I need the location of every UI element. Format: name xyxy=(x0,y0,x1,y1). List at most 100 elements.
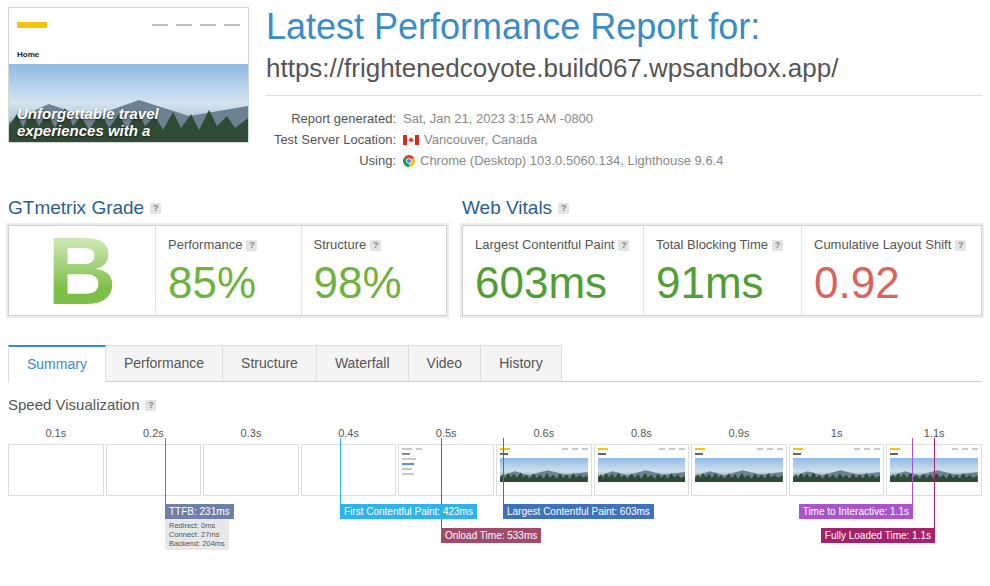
timeline-marker-label: Largest Contentful Paint: 603ms xyxy=(503,504,654,519)
tab[interactable]: Performance xyxy=(106,345,223,381)
filmstrip-frame[interactable] xyxy=(594,444,690,496)
filmstrip-frame[interactable] xyxy=(789,444,885,496)
meta-value-text: Sat, Jan 21, 2023 3:15 AM -0800 xyxy=(403,111,593,126)
report-tabs: Summary Performance Structure Waterfall Vide… xyxy=(8,345,982,382)
score-label: Performance? xyxy=(168,237,293,253)
timeline-marker[interactable]: Onload Time: 533ms xyxy=(441,528,541,543)
help-badge[interactable]: ? xyxy=(150,203,161,214)
meta-label: Test Server Location: xyxy=(266,132,396,147)
report-page: Home Unforgettable travel experiences wit… xyxy=(0,0,990,558)
vital-value: 91ms xyxy=(656,258,793,308)
nav-dash-icon xyxy=(176,24,192,26)
timeline-marker-line xyxy=(934,438,935,528)
vital-card: Total Blocking Time? 91ms xyxy=(643,226,801,315)
grade-letter: B xyxy=(47,226,116,315)
meta-row: Using: Chrome (Desktop) 103.0.5060.134, L… xyxy=(266,150,982,171)
tab-label: Video xyxy=(427,355,463,371)
grade-cell: B xyxy=(9,226,155,315)
filmstrip-frame[interactable] xyxy=(301,444,397,496)
thumbnail-page-title: Home xyxy=(9,42,248,64)
timeline-marker-label: First Contentful Paint: 423ms xyxy=(340,504,477,519)
filmstrip-frame[interactable] xyxy=(691,444,787,496)
filmstrip-frame[interactable] xyxy=(8,444,104,496)
timeline-tick: 0.5s xyxy=(398,426,494,441)
help-badge[interactable]: ? xyxy=(772,240,783,251)
filmstrip-frame[interactable] xyxy=(106,444,202,496)
timeline-marker[interactable]: Largest Contentful Paint: 603ms xyxy=(503,504,654,519)
report-header: Home Unforgettable travel experiences wit… xyxy=(8,7,982,171)
tab-label: Summary xyxy=(27,356,87,372)
help-badge[interactable]: ? xyxy=(246,240,257,251)
meta-value-text: Chrome (Desktop) 103.0.5060.134, Lightho… xyxy=(420,153,724,168)
canada-flag-icon xyxy=(403,135,419,145)
grade-title: GTmetrix Grade xyxy=(8,196,144,220)
help-badge[interactable]: ? xyxy=(955,240,966,251)
tab[interactable]: History xyxy=(481,345,562,381)
help-badge[interactable]: ? xyxy=(370,240,381,251)
meta-label: Report generated: xyxy=(266,111,396,126)
report-url[interactable]: https://frightenedcoyote.build067.wpsand… xyxy=(266,51,982,96)
tab[interactable]: Video xyxy=(409,345,482,381)
score-card: Performance?85% xyxy=(155,226,301,315)
filmstrip xyxy=(8,444,982,496)
web-vitals-section: Web Vitals?Largest Contentful Paint?603m… xyxy=(462,196,982,316)
report-info: Latest Performance Report for:https://fr… xyxy=(266,7,982,171)
thumbnail-hero-text: Unforgettable travel experiences with a xyxy=(17,105,202,139)
timeline-tick: 0.8s xyxy=(594,426,690,441)
timeline-marker-line xyxy=(340,438,341,504)
meta-value: Vancouver, Canada xyxy=(403,132,982,147)
nav-dash-icon xyxy=(200,24,216,26)
score-label-text: Performance xyxy=(168,237,242,253)
meta-row: Report generated: Sat, Jan 21, 2023 3:15 … xyxy=(266,108,982,129)
meta-value: Sat, Jan 21, 2023 3:15 AM -0800 xyxy=(403,111,982,126)
web-vitals-title: Web Vitals xyxy=(462,196,552,220)
chrome-icon xyxy=(403,155,415,167)
filmstrip-frame[interactable] xyxy=(203,444,299,496)
meta-row: Test Server Location: Vancouver, Canada xyxy=(266,129,982,150)
timeline-marker[interactable]: First Contentful Paint: 423ms xyxy=(340,504,477,519)
timeline-marker-line xyxy=(912,438,913,504)
timeline-marker-line xyxy=(165,438,166,504)
timeline-marker[interactable]: Time to Interactive: 1.1s xyxy=(799,504,913,519)
tab-label: Structure xyxy=(241,355,298,371)
score-label-text: Structure xyxy=(314,237,367,253)
page-thumbnail[interactable]: Home Unforgettable travel experiences wit… xyxy=(8,7,249,143)
tab[interactable]: Summary xyxy=(8,345,106,382)
grade-heading: GTmetrix Grade? xyxy=(8,196,447,220)
filmstrip-frame[interactable] xyxy=(398,444,494,496)
vital-value: 0.92 xyxy=(814,258,973,308)
tab[interactable]: Waterfall xyxy=(317,345,409,381)
tab[interactable]: Structure xyxy=(223,345,317,381)
score-card: Structure? 98% xyxy=(301,226,447,315)
speed-visualization-title: Speed Visualization xyxy=(8,396,139,414)
speed-visualization-heading: Speed Visualization? xyxy=(8,396,982,414)
vital-value: 603ms xyxy=(475,258,635,308)
meta-value: Chrome (Desktop) 103.0.5060.134, Lightho… xyxy=(403,153,982,168)
vital-label: Largest Contentful Paint? xyxy=(475,237,635,253)
meta-label: Using: xyxy=(266,153,396,168)
timeline-tick: 0.1s xyxy=(8,426,104,441)
nav-dash-icon xyxy=(224,24,240,26)
timeline-tick: 0.2s xyxy=(106,426,202,441)
score-value: 98% xyxy=(314,258,439,308)
vital-label-text: Total Blocking Time xyxy=(656,237,768,253)
score-label: Structure? xyxy=(314,237,439,253)
help-badge[interactable]: ? xyxy=(558,203,569,214)
meta-value-text: Vancouver, Canada xyxy=(424,132,537,147)
timeline-marker[interactable]: Fully Loaded Time: 1.1s xyxy=(821,528,935,543)
grade-box: B Performance?85% Structure? 98% xyxy=(8,225,447,316)
timeline-marker-label: Fully Loaded Time: 1.1s xyxy=(821,528,935,543)
timeline-tick: 0.3s xyxy=(203,426,299,441)
thumbnail-photo: Unforgettable travel experiences with a xyxy=(9,64,248,142)
help-badge[interactable]: ? xyxy=(145,400,156,411)
filmstrip-frame[interactable] xyxy=(496,444,592,496)
nav-dash-icon xyxy=(152,24,168,26)
help-badge[interactable]: ? xyxy=(618,240,629,251)
marker-detail: Redirect: 0ms xyxy=(169,521,225,530)
timeline-marker[interactable]: TTFB: 231msRedirect: 0msConnect: 27msBac… xyxy=(165,504,234,550)
timeline-tick: 0.4s xyxy=(301,426,397,441)
report-meta: Report generated: Sat, Jan 21, 2023 3:15 … xyxy=(266,108,982,171)
marker-details: Redirect: 0msConnect: 27msBackend: 204ms xyxy=(165,519,229,550)
web-vitals-box: Largest Contentful Paint?603msTotal Bloc… xyxy=(462,225,982,316)
timeline-marker-label: TTFB: 231ms xyxy=(165,504,234,519)
